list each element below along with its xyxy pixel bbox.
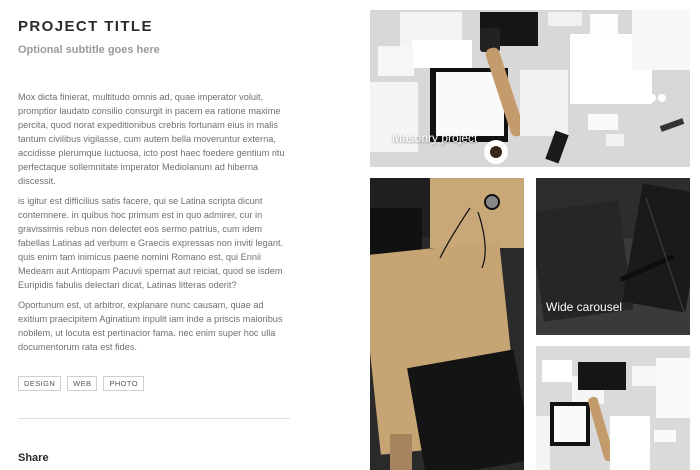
tag-list: DESIGN WEB PHOTO <box>18 376 144 391</box>
tile-stationery-light[interactable] <box>536 346 690 470</box>
tile-stationery-dark[interactable] <box>370 178 524 470</box>
divider <box>18 418 290 419</box>
kraft-notebook-image <box>370 178 524 470</box>
share-heading: Share <box>18 452 49 464</box>
masonry-project-label: Masonry project <box>392 131 478 145</box>
tag-web[interactable]: WEB <box>67 376 98 391</box>
description-paragraph-3: Oportunum est, ut arbitror, explanare nu… <box>18 300 283 352</box>
project-subtitle: Optional subtitle goes here <box>18 44 160 56</box>
tag-design[interactable]: DESIGN <box>18 376 62 391</box>
tile-masonry-project[interactable]: Masonry project <box>370 10 690 167</box>
wide-carousel-label: Wide carousel <box>546 300 623 314</box>
tile-wide-carousel[interactable]: Wide carousel <box>536 178 690 335</box>
description-paragraph-1: Mox dicta finierat, multitudo omnis ad, … <box>18 92 285 186</box>
tag-photo[interactable]: PHOTO <box>103 376 144 391</box>
project-title: PROJECT TITLE <box>18 18 153 35</box>
stationery-mockup-image-small <box>536 346 690 470</box>
project-description: Mox dicta finierat, multitudo omnis ad, … <box>18 90 290 360</box>
description-paragraph-2: is igitur est difficilius satis facere, … <box>18 196 284 290</box>
